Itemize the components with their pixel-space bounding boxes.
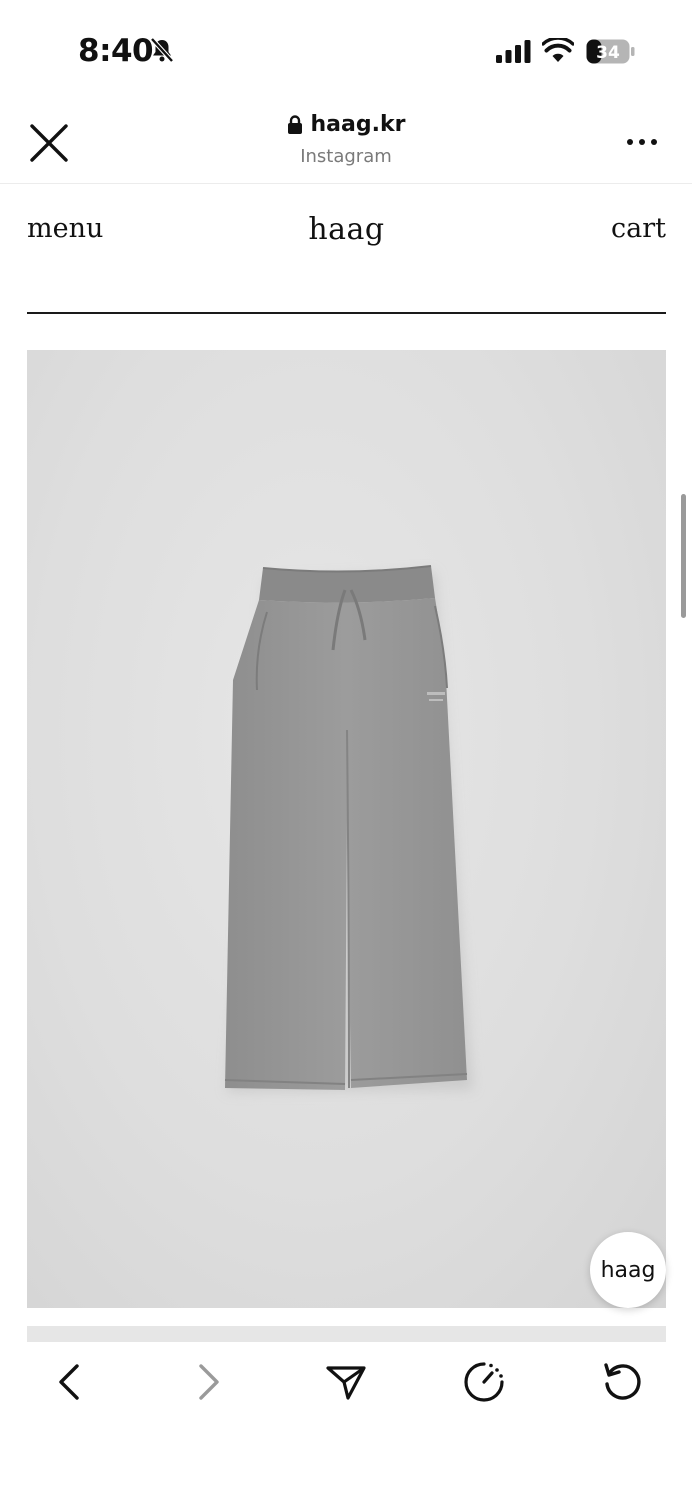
forward-icon	[199, 1364, 219, 1400]
url-line: haag.kr	[287, 112, 406, 137]
back-icon	[59, 1364, 79, 1400]
wifi-icon	[542, 38, 574, 62]
bell-slash-icon	[150, 37, 174, 63]
lock-icon	[287, 114, 302, 134]
nav-divider	[27, 312, 666, 314]
sweatpants-illustration	[224, 565, 473, 1092]
cart-link[interactable]: cart	[611, 213, 666, 244]
cellular-signal-icon	[496, 40, 531, 63]
site-nav: haag menu cart	[27, 210, 666, 250]
site-logo[interactable]: haag	[27, 212, 666, 247]
in-app-browser-header: haag.kr Instagram	[0, 100, 692, 184]
status-time: 8:40	[78, 33, 154, 69]
speed-icon	[464, 1362, 504, 1402]
battery-icon: 34	[586, 39, 635, 64]
url-domain: haag.kr	[310, 112, 406, 137]
reload-icon	[604, 1363, 641, 1400]
more-icon[interactable]	[626, 136, 658, 148]
battery-level: 34	[596, 43, 620, 63]
haag-floating-button[interactable]: haag	[590, 1232, 666, 1308]
speed-button[interactable]	[462, 1360, 506, 1404]
scrollbar[interactable]	[681, 494, 686, 618]
status-bar: 8:40 34	[0, 0, 692, 100]
url-area[interactable]: haag.kr Instagram	[0, 112, 692, 167]
forward-button[interactable]	[186, 1360, 230, 1404]
back-button[interactable]	[48, 1360, 92, 1404]
share-button[interactable]	[324, 1360, 368, 1404]
browser-toolbar	[0, 1342, 692, 1500]
reload-button[interactable]	[600, 1360, 644, 1404]
product-image[interactable]	[27, 350, 666, 1308]
share-icon	[326, 1366, 366, 1400]
url-subtitle: Instagram	[300, 145, 392, 167]
menu-link[interactable]: menu	[27, 213, 103, 244]
next-image-strip	[27, 1326, 666, 1342]
